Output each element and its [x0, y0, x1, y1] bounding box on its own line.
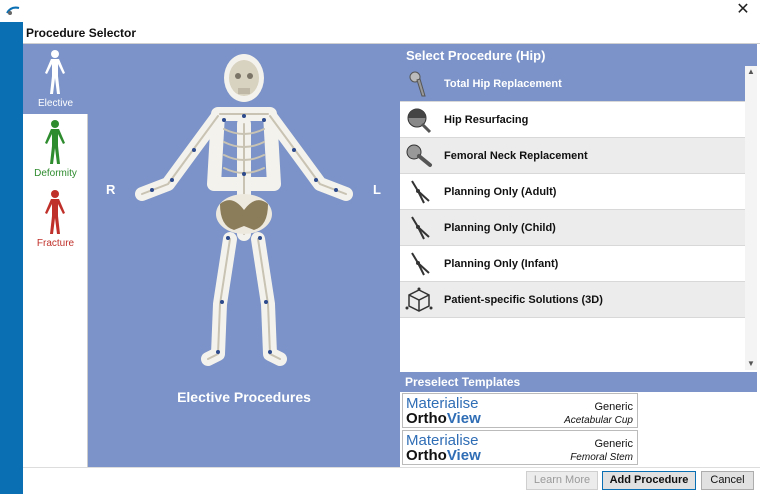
nav-label-fracture: Fracture: [36, 238, 75, 249]
human-figure-icon: [45, 50, 65, 94]
app-icon: [6, 6, 20, 15]
procedure-item-patient-specific[interactable]: Patient-specific Solutions (3D): [400, 282, 745, 318]
cancel-button[interactable]: Cancel: [701, 471, 754, 490]
template-femoral-stem[interactable]: Materialise OrthoView Generic Femoral St…: [402, 430, 638, 465]
brand-orthoview: OrthoView: [406, 410, 481, 427]
procedure-item-total-hip[interactable]: Total Hip Replacement: [400, 66, 745, 102]
preselect-header: Preselect Templates: [400, 372, 757, 392]
template-part: Femoral Stem: [570, 452, 633, 463]
nav-item-elective[interactable]: Elective: [23, 44, 88, 114]
scroll-down-icon[interactable]: ▼: [745, 358, 757, 370]
caliper-icon: [411, 251, 430, 275]
3d-cube-icon: [405, 287, 433, 312]
window-titlebar: ✕: [0, 0, 760, 22]
procedure-label: Patient-specific Solutions (3D): [444, 293, 603, 306]
human-figure-icon: [45, 120, 65, 164]
procedure-item-hip-resurfacing[interactable]: Hip Resurfacing: [400, 102, 745, 138]
template-part: Acetabular Cup: [564, 415, 633, 426]
learn-more-button[interactable]: Learn More: [526, 471, 598, 490]
neck-implant-icon: [406, 144, 432, 167]
caliper-icon: [411, 215, 430, 239]
procedure-item-planning-adult[interactable]: Planning Only (Adult): [400, 174, 745, 210]
procedure-label: Planning Only (Child): [444, 221, 556, 234]
template-kind: Generic: [594, 438, 633, 450]
add-procedure-button[interactable]: Add Procedure: [602, 471, 696, 490]
skeleton-panel: R L Elective Procedures: [88, 44, 400, 467]
caliper-icon: [411, 179, 430, 203]
procedure-label: Hip Resurfacing: [444, 113, 529, 126]
procedure-label: Planning Only (Adult): [444, 185, 557, 198]
template-kind: Generic: [594, 401, 633, 413]
skeleton-caption: Elective Procedures: [177, 389, 311, 405]
procedure-label: Femoral Neck Replacement: [444, 149, 588, 162]
hip-stem-icon: [409, 71, 426, 96]
nav-item-deformity[interactable]: Deformity: [23, 114, 88, 184]
nav-label-deformity: Deformity: [34, 168, 77, 179]
nav-label-elective: Elective: [37, 98, 73, 109]
dialog-header: Procedure Selector: [23, 22, 760, 44]
procedure-label: Planning Only (Infant): [444, 257, 559, 270]
procedure-list: Total Hip Replacement Hip Resurfacing Fe…: [400, 66, 745, 318]
brand-orthoview: OrthoView: [406, 447, 481, 464]
procedure-list-header: Select Procedure (Hip): [400, 44, 757, 66]
human-figure-icon: [45, 190, 65, 234]
page-title: Procedure Selector: [26, 26, 137, 40]
left-side-marker: L: [373, 182, 381, 197]
right-side-marker: R: [106, 182, 116, 197]
procedure-label: Total Hip Replacement: [444, 77, 562, 90]
close-icon[interactable]: ✕: [734, 1, 752, 19]
procedure-item-planning-child[interactable]: Planning Only (Child): [400, 210, 745, 246]
category-nav: Elective Deformity Fracture: [23, 44, 88, 467]
nav-item-fracture[interactable]: Fracture: [23, 184, 88, 254]
procedure-item-planning-infant[interactable]: Planning Only (Infant): [400, 246, 745, 282]
template-acetabular-cup[interactable]: Materialise OrthoView Generic Acetabular…: [402, 393, 638, 428]
resurfacing-cap-icon: [407, 108, 432, 133]
accent-strip: [0, 22, 23, 494]
scroll-up-icon[interactable]: ▲: [745, 66, 757, 78]
procedure-scrollbar[interactable]: ▲ ▼: [745, 66, 757, 370]
procedure-item-femoral-neck[interactable]: Femoral Neck Replacement: [400, 138, 745, 174]
skeleton-diagram[interactable]: [128, 54, 360, 374]
